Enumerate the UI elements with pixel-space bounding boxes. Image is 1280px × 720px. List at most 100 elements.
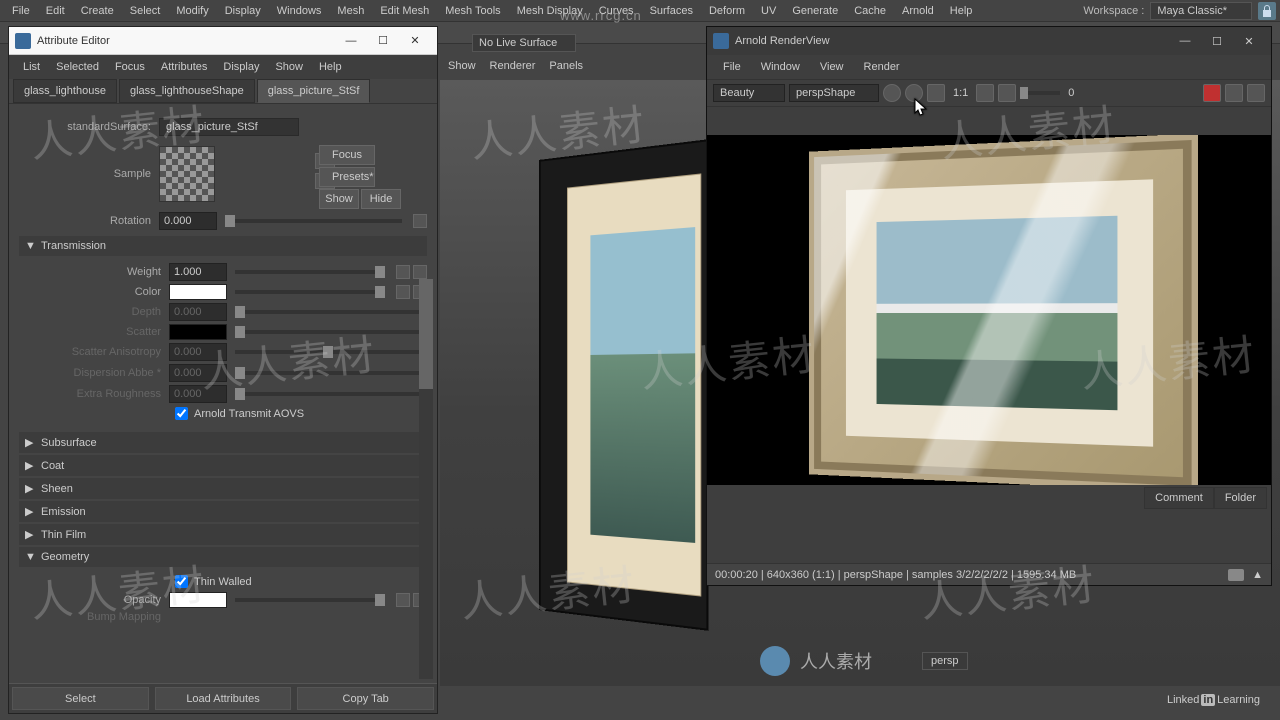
render-icon[interactable]	[883, 84, 901, 102]
rv-maximize-button[interactable]: ☐	[1201, 30, 1233, 52]
section-thin-film[interactable]: ▶Thin Film	[19, 524, 427, 545]
menu-edit-mesh[interactable]: Edit Mesh	[372, 2, 437, 20]
viewport-renderer[interactable]: Renderer	[490, 60, 536, 76]
standard-surface-name-field[interactable]: glass_picture_StSf	[159, 118, 299, 136]
attr-editor-titlebar[interactable]: Attribute Editor — ☐ ✕	[9, 27, 437, 55]
menu-generate[interactable]: Generate	[784, 2, 846, 20]
workspace-dropdown[interactable]: Maya Classic*	[1150, 2, 1252, 20]
render-canvas[interactable]	[707, 135, 1271, 485]
menu-cache[interactable]: Cache	[846, 2, 894, 20]
minimize-button[interactable]: —	[335, 30, 367, 52]
snapshot-icon[interactable]	[1228, 569, 1244, 581]
rotation-map-button[interactable]	[413, 214, 427, 228]
color-swatch[interactable]	[169, 284, 227, 300]
thin-walled-checkbox[interactable]	[175, 575, 188, 588]
ae-menu-show[interactable]: Show	[267, 59, 311, 75]
section-transmission[interactable]: ▼ Transmission	[19, 236, 427, 256]
viewport-panels[interactable]: Panels	[549, 60, 583, 76]
refresh-icon[interactable]	[927, 84, 945, 102]
ae-menu-display[interactable]: Display	[215, 59, 267, 75]
extra-rough-label: Extra Roughness	[19, 388, 169, 400]
rv-menu-render[interactable]: Render	[854, 59, 910, 75]
menu-edit[interactable]: Edit	[38, 2, 73, 20]
tab-folder[interactable]: Folder	[1214, 487, 1267, 509]
gear-icon[interactable]	[1247, 84, 1265, 102]
weight-field[interactable]	[169, 263, 227, 281]
weight-connect-button[interactable]	[396, 265, 410, 279]
menu-create[interactable]: Create	[73, 2, 122, 20]
copy-tab-button[interactable]: Copy Tab	[297, 687, 434, 710]
show-button[interactable]: Show	[319, 189, 359, 209]
lock-icon[interactable]	[1258, 2, 1276, 20]
sample-swatch[interactable]	[159, 146, 215, 202]
opacity-connect-button[interactable]	[396, 593, 410, 607]
menu-mesh-display[interactable]: Mesh Display	[509, 2, 591, 20]
arnold-transmit-aovs-checkbox[interactable]	[175, 407, 188, 420]
brand-text: 人人素材	[800, 648, 872, 674]
ae-menu-list[interactable]: List	[15, 59, 48, 75]
presets-button[interactable]: Presets*	[319, 167, 375, 187]
menu-file[interactable]: File	[4, 2, 38, 20]
menu-mesh[interactable]: Mesh	[329, 2, 372, 20]
rv-menu-window[interactable]: Window	[751, 59, 810, 75]
close-button[interactable]: ✕	[399, 30, 431, 52]
menu-curves[interactable]: Curves	[591, 2, 642, 20]
section-subsurface[interactable]: ▶Subsurface	[19, 432, 427, 453]
menu-help[interactable]: Help	[942, 2, 981, 20]
rotation-slider[interactable]	[225, 219, 402, 223]
weight-label: Weight	[19, 266, 169, 278]
section-sheen[interactable]: ▶Sheen	[19, 478, 427, 499]
ae-menu-selected[interactable]: Selected	[48, 59, 107, 75]
hide-button[interactable]: Hide	[361, 189, 401, 209]
section-emission[interactable]: ▶Emission	[19, 501, 427, 522]
rv-menu-file[interactable]: File	[713, 59, 751, 75]
menu-arnold[interactable]: Arnold	[894, 2, 942, 20]
color-connect-button[interactable]	[396, 285, 410, 299]
ae-menu-attributes[interactable]: Attributes	[153, 59, 215, 75]
rv-menu-view[interactable]: View	[810, 59, 854, 75]
camera-dropdown[interactable]: perspShape	[789, 84, 879, 102]
scale-1-1[interactable]: 1:1	[949, 87, 972, 99]
ae-menu-help[interactable]: Help	[311, 59, 350, 75]
focus-button[interactable]: Focus	[319, 145, 375, 165]
menu-surfaces[interactable]: Surfaces	[642, 2, 701, 20]
menu-uv[interactable]: UV	[753, 2, 784, 20]
opacity-slider[interactable]	[235, 598, 385, 602]
no-live-surface-dropdown[interactable]: No Live Surface	[472, 34, 576, 52]
tab-glass-lighthouse[interactable]: glass_lighthouse	[13, 79, 117, 103]
rv-titlebar[interactable]: Arnold RenderView — ☐ ✕	[707, 27, 1271, 55]
stop-icon[interactable]	[1203, 84, 1221, 102]
menu-display[interactable]: Display	[217, 2, 269, 20]
weight-slider[interactable]	[235, 270, 385, 274]
tab-comment[interactable]: Comment	[1144, 487, 1214, 509]
rv-minimize-button[interactable]: —	[1169, 30, 1201, 52]
ae-menu-focus[interactable]: Focus	[107, 59, 153, 75]
menu-deform[interactable]: Deform	[701, 2, 753, 20]
rgb-icon[interactable]	[905, 84, 923, 102]
menu-select[interactable]: Select	[122, 2, 169, 20]
aov-dropdown[interactable]: Beauty	[713, 84, 785, 102]
load-attributes-button[interactable]: Load Attributes	[155, 687, 292, 710]
rv-close-button[interactable]: ✕	[1233, 30, 1265, 52]
section-geometry[interactable]: ▼Geometry	[19, 547, 427, 567]
weight-map-button[interactable]	[413, 265, 427, 279]
viewport-show[interactable]: Show	[448, 60, 476, 76]
tab-glass-lighthouse-shape[interactable]: glass_lighthouseShape	[119, 79, 255, 103]
signal-icon[interactable]	[1225, 84, 1243, 102]
opacity-swatch[interactable]	[169, 592, 227, 608]
color-slider[interactable]	[235, 290, 385, 294]
region-icon[interactable]	[976, 84, 994, 102]
camera-name-display[interactable]: persp	[922, 652, 968, 670]
ae-scrollbar[interactable]	[419, 279, 433, 679]
rotation-field[interactable]	[159, 212, 217, 230]
chevron-up-icon[interactable]: ▲	[1252, 569, 1263, 581]
select-button[interactable]: Select	[12, 687, 149, 710]
crop-icon[interactable]	[998, 84, 1016, 102]
menu-windows[interactable]: Windows	[269, 2, 330, 20]
menu-mesh-tools[interactable]: Mesh Tools	[437, 2, 508, 20]
exposure-slider[interactable]	[1020, 91, 1060, 95]
menu-modify[interactable]: Modify	[168, 2, 216, 20]
section-coat[interactable]: ▶Coat	[19, 455, 427, 476]
tab-glass-picture-stsf[interactable]: glass_picture_StSf	[257, 79, 371, 103]
maximize-button[interactable]: ☐	[367, 30, 399, 52]
